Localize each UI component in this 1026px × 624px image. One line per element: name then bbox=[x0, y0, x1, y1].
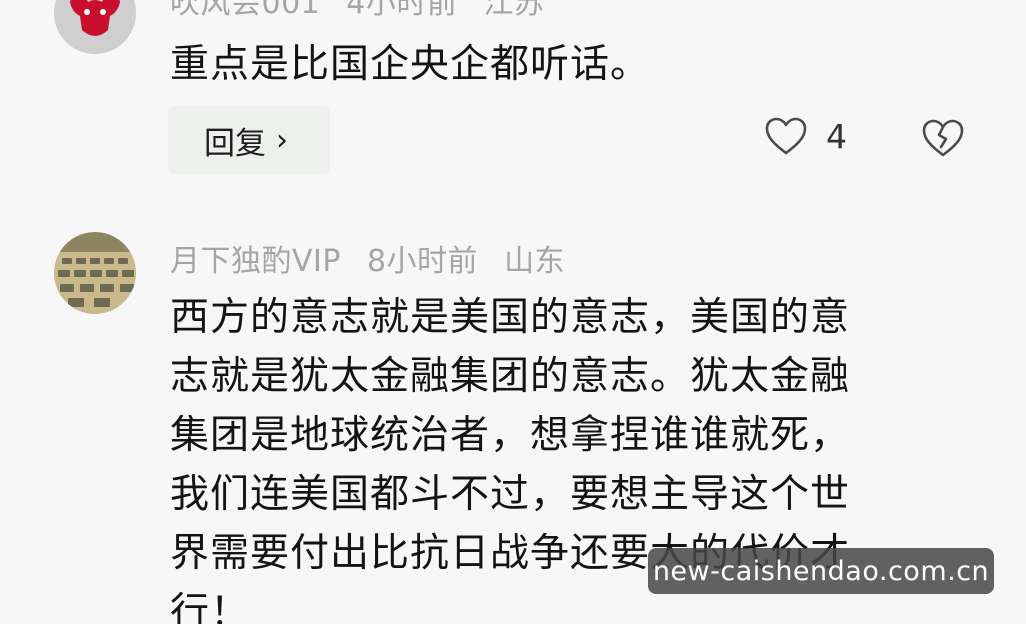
location: 山东 bbox=[504, 244, 566, 279]
comment-meta: 吹风会001 4小时前 江苏 bbox=[170, 0, 570, 22]
comment-text-line: 西方的意志就是美国的意志，美国的意 bbox=[170, 295, 851, 340]
comment-feed: 吹风会001 4小时前 江苏 重点是比国企央企都听话。 回复 › 4 月下独酌V… bbox=[0, 0, 1026, 624]
avatar-image bbox=[54, 232, 136, 314]
avatar[interactable] bbox=[54, 232, 136, 314]
watermark: new-caishendao.com.cn bbox=[648, 548, 994, 594]
comment-item: 吹风会001 4小时前 江苏 重点是比国企央企都听话。 回复 › 4 bbox=[0, 0, 1026, 200]
broken-heart-icon bbox=[922, 119, 964, 157]
username[interactable]: 月下独酌VIP bbox=[170, 244, 341, 279]
comment-text-line: 我们连美国都斗不过，要想主导这个世 bbox=[170, 472, 851, 517]
like-button[interactable]: 4 bbox=[764, 116, 847, 156]
reply-label: 回复 bbox=[204, 125, 266, 162]
reply-button[interactable]: 回复 › bbox=[168, 106, 330, 174]
comment-text-line: 志就是犹太金融集团的意志。犹太金融 bbox=[170, 354, 851, 399]
location: 江苏 bbox=[483, 0, 545, 21]
username[interactable]: 吹风会001 bbox=[170, 0, 320, 21]
dislike-button[interactable] bbox=[920, 118, 966, 162]
timestamp: 8小时前 bbox=[366, 244, 479, 279]
heart-outline-icon bbox=[765, 117, 807, 155]
comment-meta: 月下独酌VIP 8小时前 山东 bbox=[170, 236, 591, 280]
timestamp: 4小时前 bbox=[346, 0, 458, 21]
like-count: 4 bbox=[826, 116, 847, 156]
comment-text: 重点是比国企央企都听话。 bbox=[170, 42, 651, 87]
avatar[interactable] bbox=[54, 0, 136, 54]
comment-text-line: 集团是地球统治者，想拿捏谁谁就死， bbox=[170, 413, 851, 458]
chevron-right-icon: › bbox=[276, 122, 288, 158]
bull-logo-icon bbox=[54, 0, 136, 54]
